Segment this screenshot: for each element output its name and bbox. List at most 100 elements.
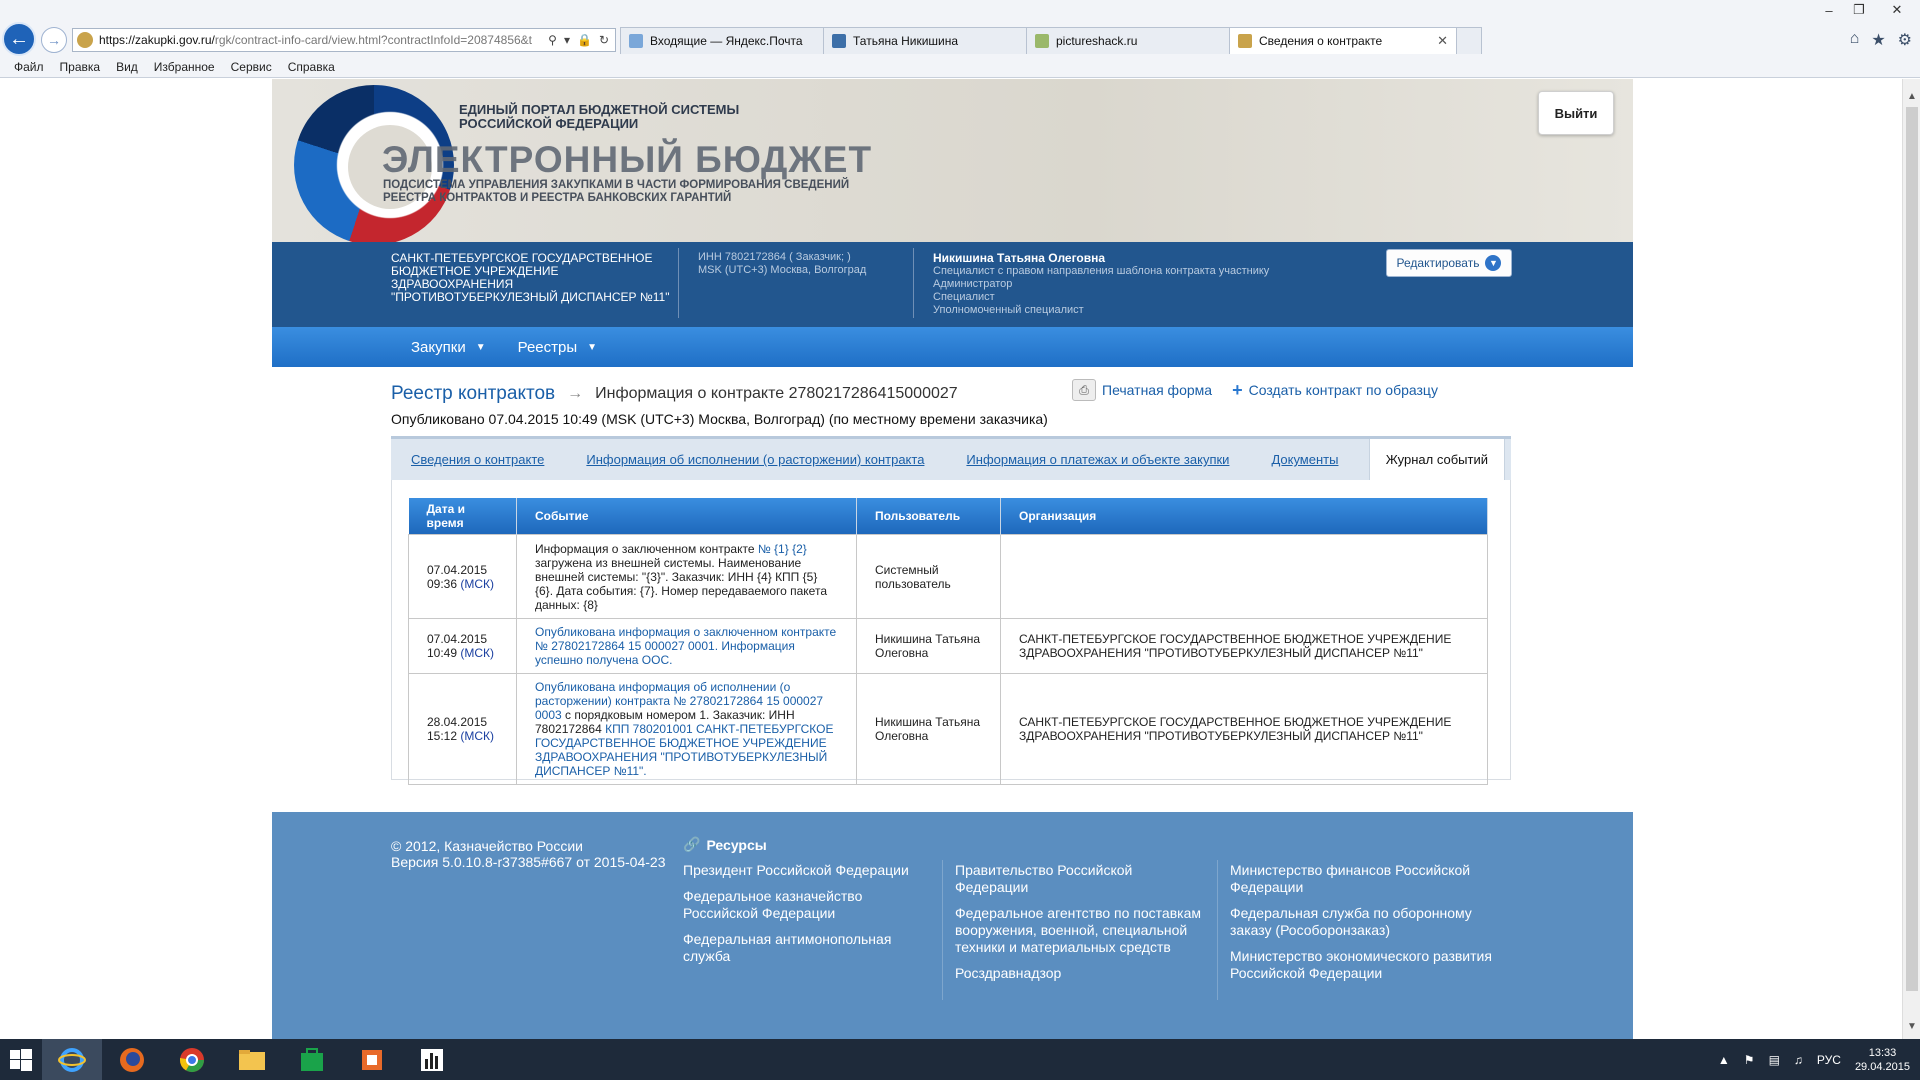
image-icon: [1035, 34, 1049, 48]
mail-icon: [629, 34, 643, 48]
system-tray: ▲ ⚑ ▤ ♫ РУС 13:33 29.04.2015: [1718, 1039, 1910, 1080]
flag-icon[interactable]: ⚑: [1744, 1053, 1755, 1067]
edit-button[interactable]: Редактировать ▼: [1386, 249, 1512, 277]
scroll-up-icon[interactable]: ▲: [1903, 87, 1920, 105]
resources-heading: 🔗 Ресурсы: [683, 836, 767, 853]
taskbar: ▲ ⚑ ▤ ♫ РУС 13:33 29.04.2015: [0, 1039, 1920, 1080]
contract-link[interactable]: Опубликована информация о заключенном ко…: [535, 625, 836, 667]
tab-documents[interactable]: Документы: [1271, 452, 1338, 467]
favorites-star-icon[interactable]: ★: [1871, 30, 1885, 50]
nav-registries[interactable]: Реестры ▼: [518, 339, 597, 356]
taskbar-chrome[interactable]: [162, 1039, 222, 1080]
dropdown-icon[interactable]: ▾: [564, 33, 570, 47]
search-icon[interactable]: ⚲: [548, 33, 557, 47]
chevron-up-icon[interactable]: ▲: [1718, 1053, 1730, 1067]
print-form-link[interactable]: ⎙ Печатная форма: [1072, 379, 1212, 401]
taskbar-explorer[interactable]: [222, 1039, 282, 1080]
page-actions: ⎙ Печатная форма + Создать контракт по обр…: [1072, 379, 1438, 401]
contract-tabs: Сведения о контракте Информация об испол…: [391, 436, 1511, 480]
address-bar[interactable]: https://zakupki.gov.ru/rgk/contract-info…: [72, 28, 616, 52]
page-title: Информация о контракте 27802172864150000…: [595, 385, 958, 402]
office-icon: [362, 1049, 382, 1070]
user-roles: Специалист с правом направления шаблона …: [933, 265, 1270, 316]
tab-contract-info[interactable]: Сведения о контракте: [411, 452, 544, 467]
window-controls: – ❐ ✕: [1814, 0, 1920, 20]
chevron-down-icon: ▼: [587, 341, 598, 353]
footer-link[interactable]: Федеральное агентство по поставкам воору…: [955, 905, 1205, 956]
copyright: © 2012, Казначейство России Версия 5.0.10…: [391, 838, 666, 870]
footer-link[interactable]: Росздравнадзор: [955, 965, 1205, 982]
taskbar-app-office[interactable]: [342, 1039, 402, 1080]
menu-favorites[interactable]: Избранное: [146, 60, 223, 74]
close-tab-icon[interactable]: ✕: [1437, 33, 1448, 49]
browser-chrome: ← → https://zakupki.gov.ru/rgk/contract-…: [0, 0, 1920, 78]
cell-date: 07.04.2015 09:36 (МСК): [408, 534, 517, 619]
home-icon[interactable]: ⌂: [1850, 30, 1860, 50]
footer-link[interactable]: Федеральная антимонопольная служба: [683, 931, 913, 965]
taskbar-store[interactable]: [282, 1039, 342, 1080]
scroll-down-icon[interactable]: ▼: [1903, 1017, 1920, 1035]
minimize-icon[interactable]: –: [1814, 0, 1844, 20]
forward-arrow-icon[interactable]: →: [41, 27, 67, 53]
scrollbar-thumb[interactable]: [1906, 107, 1918, 991]
new-tab-button[interactable]: [1456, 27, 1482, 54]
footer-link[interactable]: Президент Российской Федерации: [683, 862, 913, 879]
restore-icon[interactable]: ❐: [1844, 0, 1874, 20]
menu-tools[interactable]: Сервис: [223, 60, 280, 74]
volume-icon[interactable]: ♫: [1794, 1053, 1803, 1067]
portal-title: ЕДИНЫЙ ПОРТАЛ БЮДЖЕТНОЙ СИСТЕМЫ РОССИЙСК…: [459, 102, 740, 131]
clock[interactable]: 13:33 29.04.2015: [1855, 1046, 1910, 1074]
firefox-icon: [120, 1047, 144, 1072]
network-icon[interactable]: ▤: [1769, 1053, 1780, 1067]
site-favicon-icon: [77, 32, 93, 48]
windows-start-button[interactable]: [0, 1039, 42, 1080]
breadcrumb-root[interactable]: Реестр контрактов: [391, 383, 555, 405]
browser-tab-mail[interactable]: Входящие — Яндекс.Почта: [620, 27, 824, 54]
menu-edit[interactable]: Правка: [52, 60, 109, 74]
browser-tabs: Входящие — Яндекс.Почта Татьяна Никишина…: [620, 27, 1482, 54]
browser-tab-profile[interactable]: Татьяна Никишина: [823, 27, 1027, 54]
divider: [1217, 860, 1218, 1000]
footer-link[interactable]: Министерство экономического развития Рос…: [1230, 948, 1510, 982]
address-url[interactable]: https://zakupki.gov.ru/rgk/contract-info…: [99, 33, 548, 47]
back-arrow-icon[interactable]: ←: [2, 22, 36, 56]
chrome-icon: [180, 1047, 204, 1072]
lock-icon[interactable]: 🔒: [577, 33, 592, 47]
refresh-icon[interactable]: ↻: [599, 33, 609, 47]
tab-payments-info[interactable]: Информация о платежах и объекте закупки: [966, 452, 1229, 467]
footer-link[interactable]: Федеральное казначейство Российской Феде…: [683, 888, 913, 922]
portal-header: ЕДИНЫЙ ПОРТАЛ БЮДЖЕТНОЙ СИСТЕМЫ РОССИЙСК…: [272, 79, 1633, 242]
create-contract-link[interactable]: + Создать контракт по образцу: [1232, 380, 1438, 401]
close-window-icon[interactable]: ✕: [1874, 0, 1920, 20]
play-icon: [832, 34, 846, 48]
nav-purchases[interactable]: Закупки ▼: [411, 339, 486, 356]
browser-tab-pictureshack[interactable]: pictureshack.ru: [1026, 27, 1230, 54]
taskbar-ie[interactable]: [42, 1039, 102, 1080]
footer-link[interactable]: Правительство Российской Федерации: [955, 862, 1205, 896]
store-icon: [301, 1047, 323, 1071]
taskbar-firefox[interactable]: [102, 1039, 162, 1080]
gear-icon[interactable]: ⚙: [1898, 30, 1912, 50]
tab-event-log[interactable]: Журнал событий: [1368, 439, 1505, 480]
vertical-scrollbar[interactable]: ▲ ▼: [1902, 79, 1920, 1039]
contract-link[interactable]: № {1} {2}: [758, 542, 807, 556]
taskbar-app-stats[interactable]: [402, 1039, 462, 1080]
menu-file[interactable]: Файл: [6, 60, 52, 74]
table-row: 07.04.2015 09:36 (МСК) Информация о заклю…: [408, 534, 1488, 619]
table-row: 07.04.2015 10:49 (МСК) Опубликована инфор…: [408, 618, 1488, 674]
chevron-down-icon: ▼: [1485, 255, 1502, 271]
page-viewport: ЕДИНЫЙ ПОРТАЛ БЮДЖЕТНОЙ СИСТЕМЫ РОССИЙСК…: [0, 79, 1902, 1039]
browser-tab-contract[interactable]: Сведения о контракте ✕: [1229, 27, 1457, 54]
portal-page: ЕДИНЫЙ ПОРТАЛ БЮДЖЕТНОЙ СИСТЕМЫ РОССИЙСК…: [272, 79, 1633, 1039]
language-indicator[interactable]: РУС: [1817, 1053, 1841, 1067]
menu-help[interactable]: Справка: [280, 60, 343, 74]
cell-user: Системный пользователь: [856, 534, 1001, 619]
menu-view[interactable]: Вид: [108, 60, 146, 74]
page-footer: © 2012, Казначейство России Версия 5.0.10…: [272, 812, 1633, 1039]
logout-button[interactable]: Выйти: [1538, 91, 1614, 135]
footer-link[interactable]: Министерство финансов Российской Федерац…: [1230, 862, 1510, 896]
tab-execution-info[interactable]: Информация об исполнении (о расторжении)…: [586, 452, 924, 467]
footer-link[interactable]: Федеральная служба по оборонному заказу …: [1230, 905, 1510, 939]
link-icon: 🔗: [683, 836, 701, 852]
published-info: Опубликовано 07.04.2015 10:49 (MSK (UTC+…: [391, 411, 1048, 427]
